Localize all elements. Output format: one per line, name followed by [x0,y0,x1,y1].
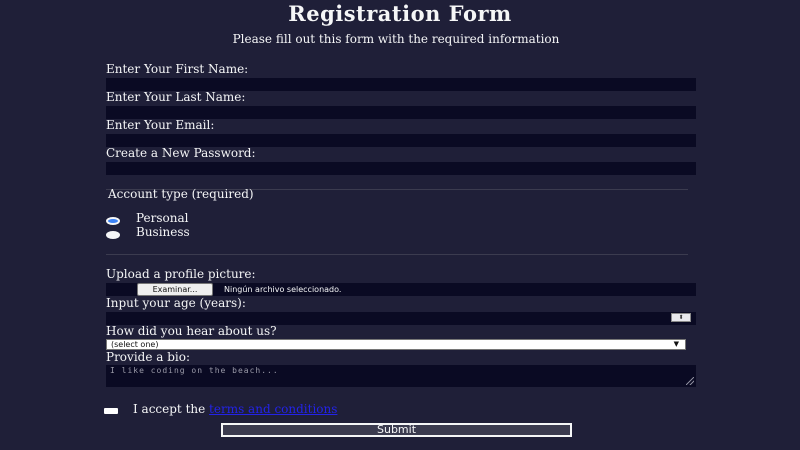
profile-picture-label: Upload a profile picture: [106,267,256,281]
terms-link[interactable]: terms and conditions [209,402,337,416]
account-type-legend: Account type (required) [108,187,254,201]
referrer-select[interactable]: (select one) ▼ [106,339,686,350]
bio-placeholder: I like coding on the beach... [110,366,279,375]
profile-picture-input[interactable]: Examinar... Ningún archivo seleccionado. [106,283,696,296]
browse-file-button[interactable]: Examinar... [137,283,213,296]
submit-button[interactable]: Submit [221,423,572,437]
terms-label: I accept the terms and conditions [133,402,337,416]
password-input[interactable] [106,162,696,175]
page-title: Registration Form [288,1,512,26]
bio-textarea[interactable]: I like coding on the beach... [106,365,696,387]
referrer-selected-value: (select one) [111,340,159,349]
age-label: Input your age (years): [106,296,246,310]
chevron-down-icon: ▼ [673,340,679,348]
account-personal-radio[interactable] [106,217,120,225]
resize-handle-icon[interactable] [686,377,694,385]
email-label: Enter Your Email: [106,118,215,132]
account-business-label[interactable]: Business [136,225,190,239]
last-name-label: Enter Your Last Name: [106,90,246,104]
account-business-radio[interactable] [106,231,120,239]
first-name-label: Enter Your First Name: [106,62,249,76]
account-personal-label[interactable]: Personal [136,211,188,225]
terms-checkbox[interactable] [104,408,118,414]
referrer-label: How did you hear about us? [106,324,277,338]
bio-label: Provide a bio: [106,350,191,364]
password-label: Create a New Password: [106,146,256,160]
page-subtitle: Please fill out this form with the requi… [232,32,560,46]
section-divider [106,254,688,255]
file-status-text: Ningún archivo seleccionado. [224,285,342,294]
spinner-icon[interactable]: ⬍ [671,313,691,322]
terms-prefix: I accept the [133,402,210,416]
